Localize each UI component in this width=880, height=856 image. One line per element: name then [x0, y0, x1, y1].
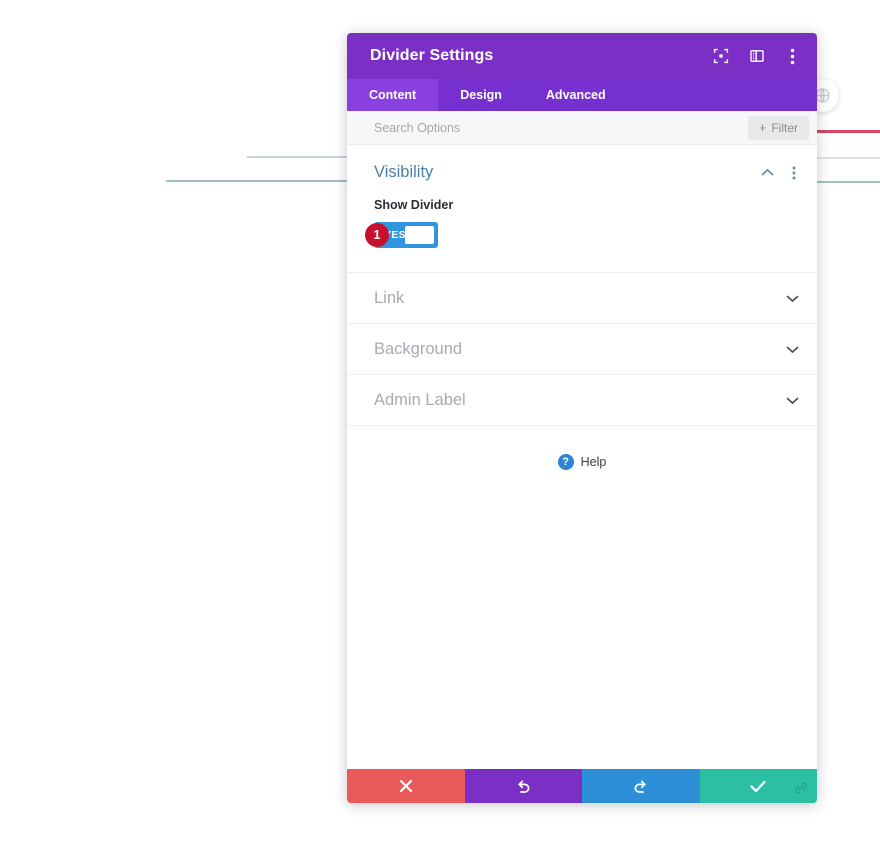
modal-body: Visibility Show Divider 1 YES Link Backg…	[347, 145, 817, 769]
tab-advanced[interactable]: Advanced	[524, 79, 628, 111]
page-title: Divider Settings	[370, 47, 494, 64]
more-vertical-icon[interactable]	[787, 166, 801, 180]
section-visibility: Visibility Show Divider 1 YES	[347, 145, 817, 273]
plus-icon: +	[758, 120, 767, 135]
chevron-down-icon[interactable]	[785, 291, 799, 305]
modal-footer	[347, 769, 817, 803]
field-show-divider: Show Divider 1 YES	[347, 182, 817, 248]
chevron-up-icon[interactable]	[760, 166, 774, 180]
filter-button[interactable]: + Filter	[747, 115, 809, 140]
section-visibility-title: Visibility	[374, 163, 434, 181]
check-icon	[750, 780, 766, 793]
resize-handle-icon[interactable]	[788, 775, 814, 801]
field-show-divider-label: Show Divider	[374, 198, 454, 212]
help-icon: ?	[557, 454, 574, 470]
focus-icon[interactable]	[712, 48, 729, 65]
screenshot-root: Divider Settings Content Design Advanced…	[0, 0, 880, 856]
tab-design[interactable]: Design	[438, 79, 524, 111]
chevron-down-icon[interactable]	[785, 393, 799, 407]
modal-titlebar: Divider Settings	[347, 33, 817, 79]
divider-settings-modal: Divider Settings Content Design Advanced…	[347, 33, 817, 803]
toggle-knob	[405, 226, 434, 244]
section-admin-label[interactable]: Admin Label	[347, 375, 817, 426]
more-vertical-icon[interactable]	[784, 48, 801, 65]
undo-button[interactable]	[464, 769, 582, 803]
undo-icon	[515, 778, 532, 795]
titlebar-icon-group	[712, 48, 801, 65]
layout-icon[interactable]	[748, 48, 765, 65]
close-icon	[399, 779, 413, 793]
redo-icon	[632, 778, 649, 795]
show-divider-toggle-wrap: 1 YES	[365, 222, 790, 248]
search-row: + Filter	[347, 111, 817, 145]
tab-content[interactable]: Content	[347, 79, 439, 111]
section-background[interactable]: Background	[347, 324, 817, 375]
help-label: Help	[580, 455, 607, 469]
section-visibility-controls	[760, 166, 801, 180]
section-background-title: Background	[374, 339, 463, 358]
search-input[interactable]	[374, 120, 748, 135]
redo-button[interactable]	[582, 769, 700, 803]
modal-tabs: Content Design Advanced	[347, 79, 817, 111]
section-link[interactable]: Link	[347, 273, 817, 324]
chevron-down-icon[interactable]	[785, 342, 799, 356]
step-badge-1: 1	[365, 223, 389, 247]
section-link-title: Link	[374, 288, 405, 307]
section-admin-label-title: Admin Label	[374, 390, 466, 409]
help-link[interactable]: ? Help	[347, 426, 817, 470]
section-visibility-header[interactable]: Visibility	[347, 145, 817, 182]
filter-button-label: Filter	[771, 120, 798, 135]
cancel-button[interactable]	[347, 769, 465, 803]
